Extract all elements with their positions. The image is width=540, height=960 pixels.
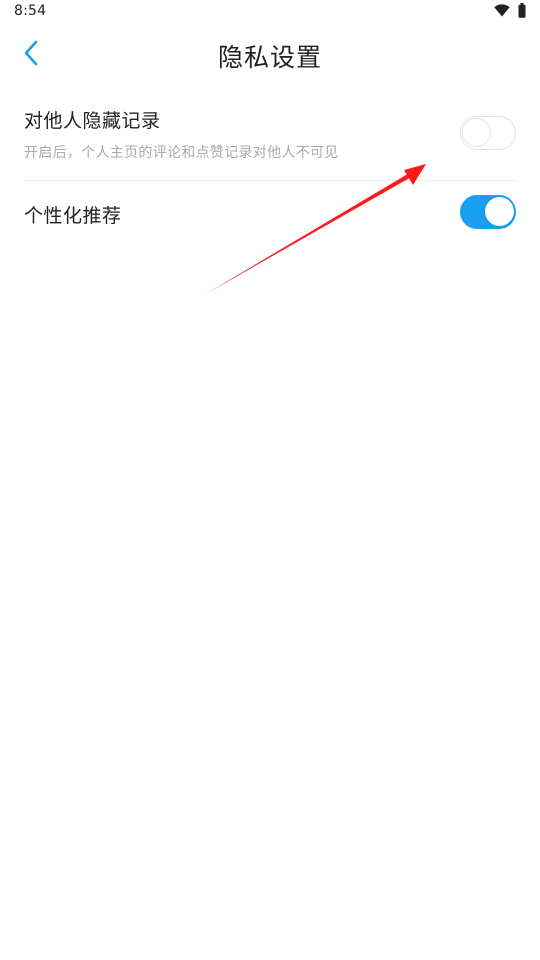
status-time: 8:54 [14,3,47,19]
privacy-settings-screen: 8:54 隐私设置 对他人隐藏记录 开启后，个人主页的评论和点赞记录对他人不可见… [0,0,540,960]
header-bar: 隐私设置 [0,24,540,86]
setting-personalized-recommendation: 个性化推荐 [24,181,516,245]
setting-title: 个性化推荐 [24,205,122,227]
setting-hide-records: 对他人隐藏记录 开启后，个人主页的评论和点赞记录对他人不可见 [24,96,516,181]
setting-description: 开启后，个人主页的评论和点赞记录对他人不可见 [24,145,339,161]
status-icons [494,3,526,18]
status-bar: 8:54 [0,0,540,24]
battery-icon [518,3,526,18]
toggle-knob [462,118,491,147]
wifi-icon [494,4,510,17]
personalized-recommendation-toggle[interactable] [460,195,516,229]
page-title: 隐私设置 [217,43,322,72]
toggle-knob [485,197,514,226]
hide-records-toggle[interactable] [460,116,516,150]
setting-title: 对他人隐藏记录 [24,110,161,132]
